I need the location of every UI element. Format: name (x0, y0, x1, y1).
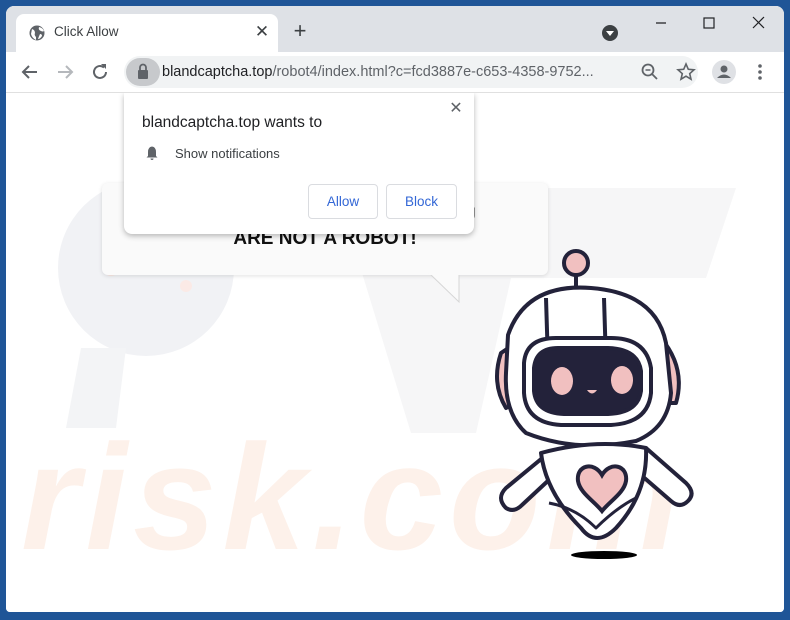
robot-illustration (495, 249, 694, 559)
tab-strip: Click Allow ✕ + (6, 6, 784, 52)
url-domain: blandcaptcha.top (162, 64, 273, 80)
menu-button[interactable] (748, 60, 772, 84)
tab-close-button[interactable]: ✕ (252, 22, 272, 42)
url-text: blandcaptcha.top/robot4/index.html?c=fcd… (162, 64, 594, 80)
arrow-right-icon (58, 65, 74, 79)
tab-click-allow[interactable]: Click Allow ✕ (16, 14, 278, 52)
back-button[interactable] (18, 60, 42, 84)
new-tab-button[interactable]: + (289, 20, 311, 42)
prompt-close-button[interactable]: ✕ (446, 99, 466, 119)
block-button[interactable]: Block (386, 184, 457, 219)
url-path: /robot4/index.html?c=fcd3887e-c653-4358-… (272, 64, 594, 80)
permission-label: Show notifications (175, 146, 280, 161)
kebab-menu-icon (758, 64, 762, 80)
address-bar[interactable]: blandcaptcha.top/robot4/index.html?c=fcd… (124, 56, 698, 88)
reload-icon (93, 64, 107, 79)
profile-button[interactable] (712, 60, 736, 84)
bell-icon (146, 146, 158, 160)
prompt-origin-text: blandcaptcha.top wants to (142, 114, 323, 131)
forward-button[interactable] (53, 60, 77, 84)
tab-title: Click Allow (54, 24, 119, 39)
minimize-icon (656, 22, 666, 24)
maximize-icon (703, 17, 715, 29)
zoom-button[interactable] (640, 62, 660, 87)
lock-icon (138, 63, 148, 79)
close-icon (752, 16, 765, 29)
reload-button[interactable] (88, 60, 112, 84)
close-window-button[interactable] (744, 12, 774, 34)
star-icon (676, 61, 696, 81)
browser-window: Click Allow ✕ + blandcaptcha.top/robot4/… (6, 6, 784, 612)
maximize-button[interactable] (694, 12, 724, 34)
tab-search-button[interactable] (602, 25, 618, 41)
avatar-icon (717, 65, 731, 78)
minimize-button[interactable] (646, 12, 676, 34)
notification-permission-prompt: blandcaptcha.top wants to ✕ Show notific… (124, 93, 474, 234)
toolbar: blandcaptcha.top/robot4/index.html?c=fcd… (6, 52, 784, 93)
page-content: risk.com YOU ARE NOT A ROBOT! (6, 93, 784, 612)
arrow-left-icon (21, 65, 37, 79)
globe-icon (29, 25, 45, 41)
zoom-out-icon (641, 63, 658, 80)
bubble-tail (428, 273, 460, 304)
allow-button[interactable]: Allow (308, 184, 378, 219)
site-info-button[interactable] (126, 58, 160, 86)
bookmark-button[interactable] (676, 61, 696, 87)
